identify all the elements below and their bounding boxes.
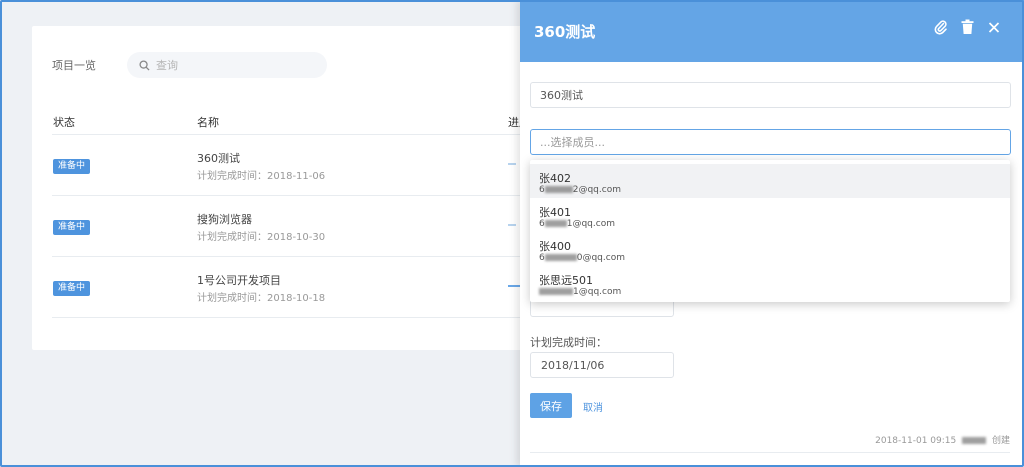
member-option[interactable]: 张402 6 2@qq.com [530, 164, 1010, 198]
divider [52, 256, 592, 257]
due-date-value: 2018/11/06 [541, 358, 605, 372]
project-name-input[interactable]: 360测试 [530, 82, 1011, 108]
status-badge: 准备中 [53, 159, 91, 174]
project-name[interactable]: 360测试 [197, 150, 240, 166]
created-time: 2018-11-01 09:15 [875, 436, 957, 446]
project-name[interactable]: 1号公司开发项目 [197, 272, 281, 288]
close-icon[interactable] [988, 19, 1006, 39]
list-header: 项目一览 [52, 51, 327, 79]
list-title: 项目一览 [52, 59, 96, 72]
progress-bar [508, 163, 516, 165]
project-list-card: 项目一览 状态 名称 进度 准备中 360测试 计划完成时间：2018-11-0… [32, 26, 592, 350]
created-meta: 2018-11-01 09:15 创建 [875, 433, 1010, 446]
search-icon [139, 59, 150, 71]
project-date: 计划完成时间：2018-10-18 [197, 293, 326, 304]
project-detail-drawer: 360测试 360测试 张402 62@qq.com [520, 0, 1024, 467]
divider [52, 195, 592, 196]
divider [52, 317, 592, 318]
progress-bar [508, 285, 520, 287]
member-email: 1@qq.com [539, 287, 621, 297]
member-option[interactable]: 张400 6 0@qq.com [530, 232, 1010, 266]
project-date: 计划完成时间：2018-10-30 [197, 232, 326, 243]
progress-bar [508, 224, 516, 226]
project-name-value: 360测试 [540, 89, 583, 102]
member-dropdown: 张402 6 2@qq.com 张401 6 1@qq.com 张400 6 0@qq… [530, 160, 1010, 302]
member-search-input[interactable] [540, 135, 1010, 149]
cancel-button[interactable]: 取消 [583, 399, 603, 414]
divider [52, 134, 592, 135]
created-action: 创建 [991, 436, 1010, 446]
member-name: 张402 [539, 172, 571, 185]
trash-icon[interactable] [961, 19, 979, 39]
creator-name-redacted [962, 437, 987, 444]
member-name: 张401 [539, 206, 571, 219]
member-name: 张思远501 [539, 274, 593, 287]
due-date-label: 计划完成时间： [530, 336, 607, 349]
drawer-header: 360测试 [520, 0, 1024, 62]
project-name[interactable]: 搜狗浏览器 [197, 211, 252, 227]
paperclip-icon[interactable] [934, 19, 952, 39]
drawer-title: 360测试 [534, 23, 596, 41]
member-name: 张400 [539, 240, 571, 253]
search-input[interactable] [156, 58, 306, 72]
save-button[interactable]: 保存 [530, 393, 572, 418]
member-select[interactable] [530, 129, 1011, 155]
member-option[interactable]: 张401 6 1@qq.com [530, 198, 1010, 232]
project-date: 计划完成时间：2018-11-06 [197, 171, 326, 182]
column-name: 名称 [197, 116, 219, 129]
member-option[interactable]: 张思远501 1@qq.com [530, 266, 1010, 300]
member-email: 6 0@qq.com [539, 253, 625, 263]
due-date-input[interactable]: 2018/11/06 [530, 352, 674, 378]
member-email: 6 2@qq.com [539, 185, 621, 195]
status-badge: 准备中 [53, 220, 91, 235]
member-email: 6 1@qq.com [539, 219, 615, 229]
search-box[interactable] [127, 52, 327, 78]
status-badge: 准备中 [53, 281, 91, 296]
divider [530, 452, 1010, 453]
column-status: 状态 [53, 116, 75, 129]
